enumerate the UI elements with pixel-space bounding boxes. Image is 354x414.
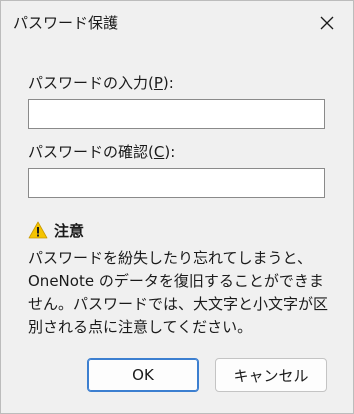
warning-title: 注意 (54, 221, 85, 240)
ok-button[interactable]: OK (87, 358, 199, 392)
password-accesskey: P (153, 74, 163, 92)
close-icon (320, 16, 334, 30)
confirm-password-input[interactable] (28, 168, 325, 198)
password-input[interactable] (28, 99, 325, 129)
close-button[interactable] (309, 7, 345, 39)
warning-header: 注意 (28, 219, 84, 241)
password-label: パスワードの入力(P): (28, 74, 174, 92)
cancel-button[interactable]: キャンセル (215, 358, 327, 392)
dialog-title: パスワード保護 (13, 14, 119, 32)
warning-icon (28, 221, 48, 239)
password-protection-dialog: パスワード保護 パスワードの入力(P): パスワードの確認(C): 注意 パスワ… (0, 0, 354, 414)
title-bar[interactable]: パスワード保護 (1, 1, 353, 45)
confirm-accesskey: C (153, 143, 165, 161)
confirm-password-label: パスワードの確認(C): (28, 143, 176, 161)
warning-message: パスワードを紛失したり忘れてしまうと、OneNote のデータを復旧することがで… (28, 249, 329, 336)
